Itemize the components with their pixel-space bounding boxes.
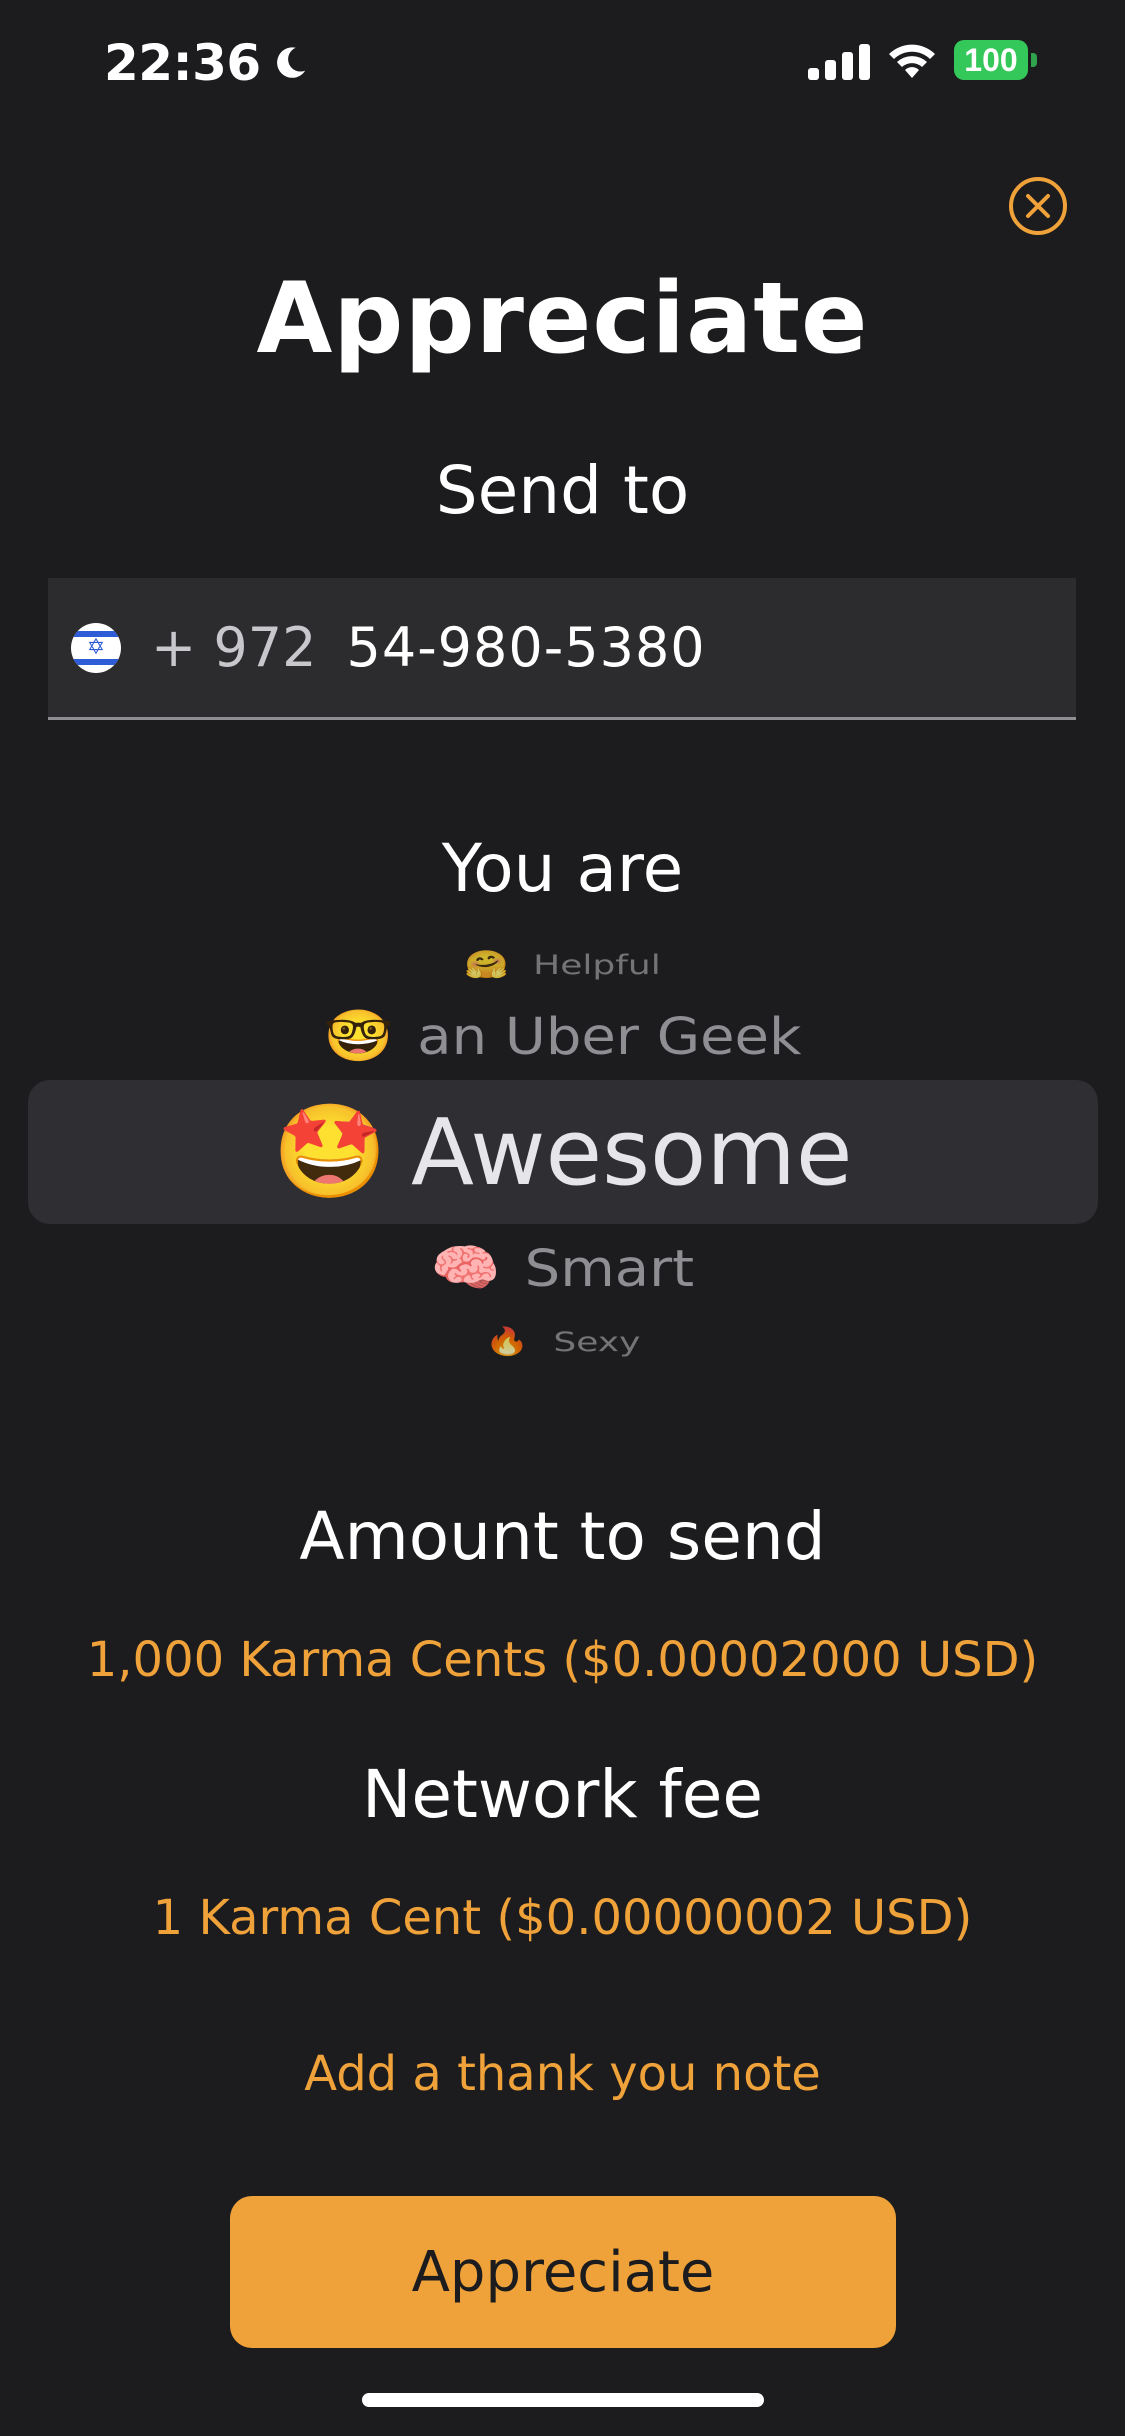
home-indicator[interactable] [362, 2393, 764, 2407]
status-bar-time: 22:36 [104, 34, 309, 92]
hugging-face-icon: 🤗 [464, 949, 510, 980]
page-title: Appreciate [256, 262, 869, 376]
star-struck-face-icon: 🤩 [272, 1098, 388, 1205]
amount-label: Amount to send [299, 1498, 826, 1575]
fire-icon: 🔥 [484, 1326, 530, 1357]
appreciate-button-label: Appreciate [411, 2239, 715, 2305]
picker-option-label: Awesome [411, 1098, 853, 1206]
battery-icon: 100 [954, 40, 1037, 80]
picker-option-label: an Uber Geek [417, 1007, 802, 1067]
moon-icon [276, 47, 305, 78]
clock-text: 22:36 [104, 34, 261, 92]
picker-option[interactable]: 🔥 Sexy [0, 1326, 1125, 1358]
picker-option-label: Helpful [533, 949, 661, 981]
picker-option-label: Smart [524, 1239, 695, 1299]
network-fee-label: Network fee [362, 1756, 763, 1833]
battery-level: 100 [954, 40, 1028, 80]
picker-option[interactable]: 🤗 Helpful [0, 949, 1125, 981]
phone-number-input[interactable]: 54-980-5380 [346, 616, 705, 679]
status-bar-indicators: 100 [808, 40, 1037, 80]
add-note-link[interactable]: Add a thank you note [0, 2046, 1125, 2102]
network-fee-value: 1 Karma Cent ($0.00000002 USD) [152, 1890, 973, 1946]
send-to-label: Send to [435, 452, 690, 529]
wifi-icon [889, 44, 935, 78]
phone-number-field[interactable]: ✡ + 972 54-980-5380 [48, 578, 1076, 720]
amount-value: 1,000 Karma Cents ($0.00002000 USD) [86, 1632, 1039, 1688]
picker-option[interactable]: 🧠 Smart [0, 1239, 1125, 1299]
country-code[interactable]: + 972 [151, 616, 316, 679]
cellular-signal-icon [808, 40, 870, 80]
picker-option-selected[interactable]: 🤩 Awesome [0, 1096, 1125, 1208]
close-icon[interactable] [1008, 176, 1068, 236]
you-are-label: You are [441, 830, 684, 907]
appreciate-button[interactable]: Appreciate [230, 2196, 896, 2348]
israel-flag-icon[interactable]: ✡ [71, 622, 121, 673]
picker-option[interactable]: 🤓 an Uber Geek [0, 1007, 1125, 1067]
nerd-face-icon: 🤓 [323, 1007, 394, 1066]
brain-icon: 🧠 [430, 1239, 501, 1298]
picker-option-label: Sexy [553, 1326, 641, 1358]
